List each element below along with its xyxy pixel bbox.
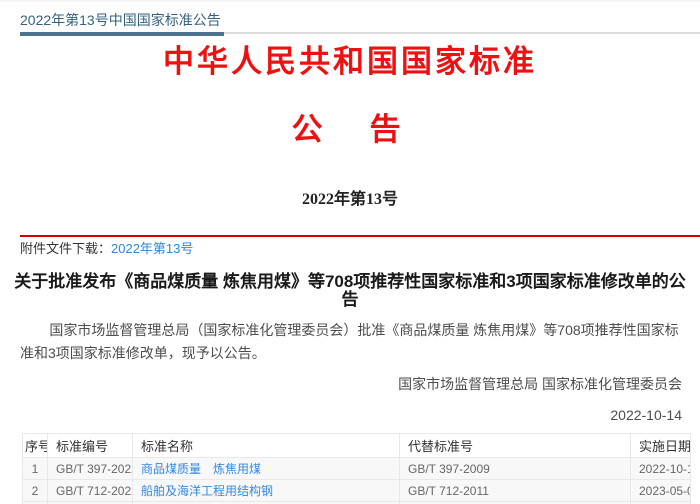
attachment-label: 附件文件下载： — [20, 241, 111, 256]
table-row: 2 GB/T 712-2022 船舶及海洋工程用结构钢 GB/T 712-201… — [23, 480, 691, 502]
banner-title: 中华人民共和国国家标准 — [0, 46, 700, 78]
cell-standard-code: GB/T 397-2022 — [48, 458, 133, 480]
attachment-line: 附件文件下载：2022年第13号 — [0, 242, 700, 256]
cell-effective-date: 2022-10-14 — [631, 458, 691, 480]
tab-underline-active — [20, 32, 224, 36]
header-replaced-code: 代替标准号 — [400, 434, 631, 458]
red-divider — [20, 235, 700, 237]
cell-standard-code: GB/T 712-2022 — [48, 480, 133, 502]
cell-standard-name: 船舶及海洋工程用结构钢 — [133, 480, 400, 502]
header-seq: 序号 — [23, 434, 48, 458]
table-row: 1 GB/T 397-2022 商品煤质量 炼焦用煤 GB/T 397-2009… — [23, 458, 691, 480]
tab-underline — [0, 32, 700, 36]
table-header-row: 序号 标准编号 标准名称 代替标准号 实施日期 — [23, 434, 691, 458]
notice-date: 2022-10-14 — [0, 408, 700, 422]
cell-effective-date: 2023-05-01 — [631, 480, 691, 502]
standard-name-link[interactable]: 商品煤质量 炼焦用煤 — [141, 462, 261, 476]
standard-name-link[interactable]: 船舶及海洋工程用结构钢 — [141, 484, 273, 498]
notice-heading: 关于批准发布《商品煤质量 炼焦用煤》等708项推荐性国家标准和3项国家标准修改单… — [0, 273, 700, 309]
standards-table: 序号 标准编号 标准名称 代替标准号 实施日期 1 GB/T 397-2022 … — [22, 433, 691, 504]
issue-number: 2022年第13号 — [0, 192, 700, 208]
banner-subtitle: 公 告 — [0, 114, 700, 146]
announcement-page: 2022年第13号中国国家标准公告 中华人民共和国国家标准 公 告 2022年第… — [0, 0, 700, 504]
notice-signer: 国家市场监督管理总局 国家标准化管理委员会 — [0, 377, 700, 391]
header-standard-name: 标准名称 — [133, 434, 400, 458]
cell-replaced-code: GB/T 712-2011 — [400, 480, 631, 502]
header-effective-date: 实施日期 — [631, 434, 691, 458]
cell-seq: 1 — [23, 458, 48, 480]
notice-body: 国家市场监督管理总局（国家标准化管理委员会）批准《商品煤质量 炼焦用煤》等708… — [0, 319, 700, 365]
tab-announcement-title[interactable]: 2022年第13号中国国家标准公告 — [0, 2, 700, 29]
cell-replaced-code: GB/T 397-2009 — [400, 458, 631, 480]
header-standard-code: 标准编号 — [48, 434, 133, 458]
cell-seq: 2 — [23, 480, 48, 502]
cell-standard-name: 商品煤质量 炼焦用煤 — [133, 458, 400, 480]
attachment-download-link[interactable]: 2022年第13号 — [111, 241, 193, 256]
